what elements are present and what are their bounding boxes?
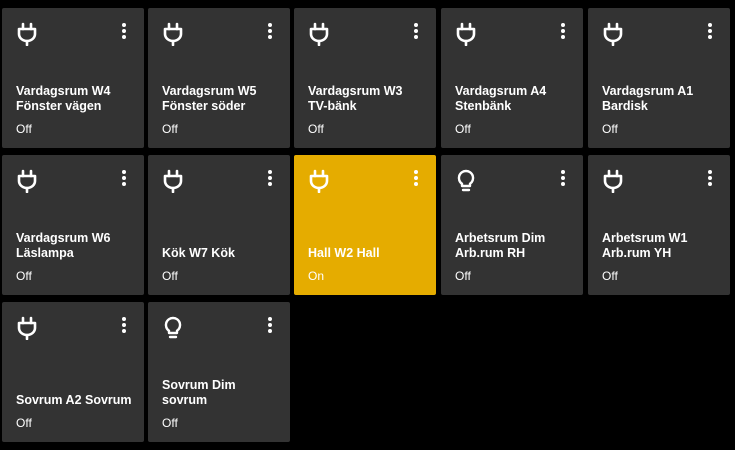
power-plug-icon[interactable] xyxy=(602,22,624,46)
entity-name: Arbetsrum W1 Arb.rum YH xyxy=(602,231,688,260)
more-options-icon[interactable] xyxy=(704,169,716,187)
entity-name: Kök W7 Kök xyxy=(162,246,235,260)
entity-tile[interactable]: Hall W2 Hall On xyxy=(294,155,436,295)
more-options-icon[interactable] xyxy=(264,316,276,334)
entity-tile[interactable]: Vardagsrum W3 TV-bänk Off xyxy=(294,8,436,148)
entity-name: Vardagsrum A4 Stenbänk xyxy=(455,84,547,113)
more-options-icon[interactable] xyxy=(557,169,569,187)
entity-tile[interactable]: Vardagsrum A4 Stenbänk Off xyxy=(441,8,583,148)
entity-state: Off xyxy=(16,269,32,283)
entity-state: Off xyxy=(162,269,178,283)
entity-state: Off xyxy=(455,269,471,283)
entity-name: Vardagsrum W6 Läslampa xyxy=(16,231,111,260)
power-plug-icon[interactable] xyxy=(455,22,477,46)
more-options-icon[interactable] xyxy=(557,22,569,40)
entity-name: Vardagsrum W3 TV-bänk xyxy=(308,84,403,113)
more-options-icon[interactable] xyxy=(410,169,422,187)
power-plug-icon[interactable] xyxy=(308,169,330,193)
entity-tile[interactable]: Vardagsrum W4 Fönster vägen Off xyxy=(2,8,144,148)
lightbulb-icon[interactable] xyxy=(162,316,184,340)
power-plug-icon[interactable] xyxy=(162,22,184,46)
power-plug-icon[interactable] xyxy=(602,169,624,193)
entity-name: Vardagsrum W4 Fönster vägen xyxy=(16,84,111,113)
power-plug-icon[interactable] xyxy=(16,22,38,46)
entity-tile[interactable]: Arbetsrum W1 Arb.rum YH Off xyxy=(588,155,730,295)
entity-state: Off xyxy=(308,122,324,136)
entity-state: Off xyxy=(455,122,471,136)
entity-tile[interactable]: Sovrum A2 Sovrum Off xyxy=(2,302,144,442)
entity-state: Off xyxy=(602,269,618,283)
entity-state: Off xyxy=(162,416,178,430)
entity-name: Arbetsrum Dim Arb.rum RH xyxy=(455,231,546,260)
entity-tile[interactable]: Kök W7 Kök Off xyxy=(148,155,290,295)
entity-name: Vardagsrum W5 Fönster söder xyxy=(162,84,257,113)
entity-state: Off xyxy=(16,122,32,136)
power-plug-icon[interactable] xyxy=(16,169,38,193)
entity-name: Sovrum Dim sovrum xyxy=(162,378,236,407)
entity-grid: Vardagsrum W4 Fönster vägen Off Vardagsrum… xyxy=(0,0,735,450)
entity-tile[interactable]: Vardagsrum A1 Bardisk Off xyxy=(588,8,730,148)
power-plug-icon[interactable] xyxy=(16,316,38,340)
entity-name: Hall W2 Hall xyxy=(308,246,380,260)
power-plug-icon[interactable] xyxy=(162,169,184,193)
entity-tile[interactable]: Vardagsrum W5 Fönster söder Off xyxy=(148,8,290,148)
entity-state: Off xyxy=(16,416,32,430)
more-options-icon[interactable] xyxy=(118,22,130,40)
entity-tile[interactable]: Sovrum Dim sovrum Off xyxy=(148,302,290,442)
entity-state: Off xyxy=(162,122,178,136)
entity-state: Off xyxy=(602,122,618,136)
entity-tile[interactable]: Arbetsrum Dim Arb.rum RH Off xyxy=(441,155,583,295)
more-options-icon[interactable] xyxy=(118,316,130,334)
entity-state: On xyxy=(308,269,325,283)
more-options-icon[interactable] xyxy=(264,22,276,40)
entity-tile[interactable]: Vardagsrum W6 Läslampa Off xyxy=(2,155,144,295)
more-options-icon[interactable] xyxy=(118,169,130,187)
more-options-icon[interactable] xyxy=(704,22,716,40)
entity-name: Sovrum A2 Sovrum xyxy=(16,393,132,407)
more-options-icon[interactable] xyxy=(410,22,422,40)
more-options-icon[interactable] xyxy=(264,169,276,187)
lightbulb-icon[interactable] xyxy=(455,169,477,193)
power-plug-icon[interactable] xyxy=(308,22,330,46)
entity-name: Vardagsrum A1 Bardisk xyxy=(602,84,694,113)
